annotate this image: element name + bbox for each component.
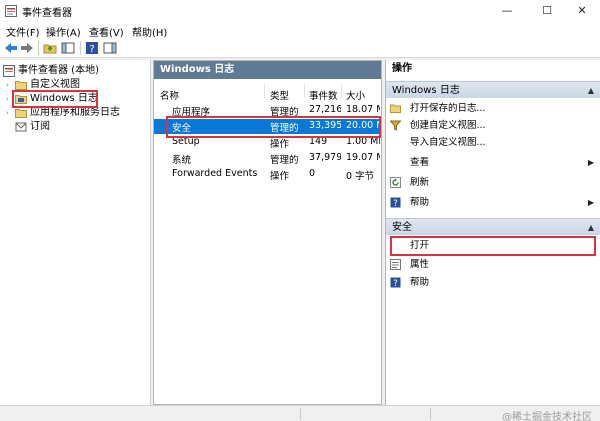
- submenu-arrow-icon: ▶: [587, 198, 594, 207]
- svg-text:?: ?: [393, 199, 398, 208]
- help-icon: ?: [390, 197, 401, 208]
- status-divider: [300, 408, 301, 420]
- column-header-name[interactable]: 名称: [160, 88, 179, 102]
- action-label: 帮助: [410, 277, 430, 288]
- minimize-button[interactable]: —: [487, 0, 527, 22]
- action-view[interactable]: 查看 ▶: [386, 154, 600, 171]
- cell-count: 27,216: [309, 104, 341, 115]
- section-header-label: Windows 日志: [392, 85, 460, 96]
- tree-root-label: 事件查看器 (本地): [18, 65, 99, 76]
- help-icon[interactable]: ?: [85, 41, 99, 55]
- show-hide-action-pane-icon[interactable]: [103, 41, 117, 55]
- action-properties[interactable]: 属性: [386, 256, 600, 273]
- section-header-label: 安全: [392, 222, 412, 233]
- tree-item-label: 订阅: [30, 121, 50, 132]
- collapse-caret-icon[interactable]: ▲: [588, 219, 594, 236]
- open-folder-icon: [390, 104, 401, 113]
- action-label: 创建自定义视图...: [410, 120, 486, 131]
- menu-view[interactable]: 查看(V): [89, 24, 124, 39]
- refresh-icon: [390, 177, 401, 188]
- event-viewer-app-icon: [5, 5, 17, 17]
- cell-size: 0 字节: [346, 171, 375, 182]
- column-divider[interactable]: [304, 84, 305, 98]
- status-divider: [430, 408, 431, 420]
- show-hide-tree-icon[interactable]: [61, 41, 75, 55]
- menu-help[interactable]: 帮助(H): [132, 24, 167, 39]
- help-icon: ?: [390, 277, 401, 288]
- actions-pane: 操作 Windows 日志 ▲ 打开保存的日志... 创建自定义视图... 导入…: [385, 60, 600, 405]
- menu-bar: 文件(F) 操作(A) 查看(V) 帮助(H): [0, 22, 600, 39]
- action-help[interactable]: ? 帮助 ▶: [386, 194, 600, 211]
- column-header-count[interactable]: 事件数: [309, 88, 338, 102]
- maximize-button[interactable]: ☐: [527, 0, 567, 22]
- column-header-type[interactable]: 类型: [270, 88, 289, 102]
- column-divider[interactable]: [264, 84, 265, 98]
- action-label: 帮助: [410, 197, 430, 208]
- cell-count: 0: [309, 168, 316, 179]
- event-viewer-icon: [3, 65, 15, 77]
- action-open-saved-log[interactable]: 打开保存的日志...: [386, 100, 600, 117]
- tree-item-label: 应用程序和服务日志: [30, 107, 120, 118]
- title-bar: 事件查看器 — ☐ ✕: [0, 0, 600, 22]
- collapse-caret-icon[interactable]: ▲: [588, 82, 594, 99]
- highlight-box: [166, 116, 381, 138]
- submenu-arrow-icon: ▶: [587, 158, 594, 167]
- table-row[interactable]: 系统 管理的 37,979 19.07 M: [154, 151, 381, 166]
- cell-type: 操作: [270, 139, 290, 150]
- toolbar-separator: [80, 41, 81, 55]
- menu-action[interactable]: 操作(A): [46, 24, 81, 39]
- window-title: 事件查看器: [22, 8, 72, 19]
- toolbar: ?: [0, 38, 600, 58]
- column-divider[interactable]: [341, 84, 342, 98]
- action-refresh[interactable]: 刷新: [386, 174, 600, 191]
- subscription-icon: [15, 122, 27, 132]
- status-bar: @稀土掘金技术社区: [0, 405, 600, 421]
- action-help[interactable]: ? 帮助: [386, 274, 600, 291]
- action-label: 刷新: [410, 177, 430, 188]
- action-label: 属性: [410, 259, 430, 270]
- back-arrow-icon[interactable]: [4, 41, 18, 55]
- svg-text:?: ?: [393, 279, 398, 288]
- close-button[interactable]: ✕: [562, 0, 600, 22]
- actions-title: 操作: [386, 60, 600, 77]
- cell-count: 37,979: [309, 152, 341, 163]
- toolbar-separator: [38, 41, 39, 55]
- panel-title: Windows 日志: [154, 61, 381, 79]
- column-header-size[interactable]: 大小: [346, 88, 365, 102]
- section-header-security[interactable]: 安全 ▲: [386, 218, 600, 235]
- cell-size: 18.07 M: [346, 104, 380, 115]
- action-label: 查看: [410, 157, 430, 168]
- navigation-tree: 事件查看器 (本地) › 自定义视图 › Windows 日志 › 应用程序和服…: [0, 60, 151, 405]
- action-label: 打开保存的日志...: [410, 103, 486, 114]
- action-create-custom-view[interactable]: 创建自定义视图...: [386, 117, 600, 134]
- highlight-box: [390, 236, 596, 256]
- properties-icon: [390, 259, 401, 270]
- log-list-panel: Windows 日志 名称 类型 事件数 大小 应用程序 管理的 27,216 …: [153, 60, 382, 405]
- forward-arrow-icon[interactable]: [20, 41, 34, 55]
- chevron-right-icon[interactable]: ›: [6, 106, 14, 120]
- filter-icon: [390, 120, 401, 131]
- action-import-custom-view[interactable]: 导入自定义视图...: [386, 134, 600, 151]
- folder-icon: [15, 109, 27, 118]
- svg-text:?: ?: [89, 44, 94, 55]
- table-row[interactable]: Forwarded Events 操作 0 0 字节: [154, 167, 381, 182]
- cell-name: 系统: [172, 155, 192, 166]
- cell-type: 管理的: [270, 155, 299, 166]
- watermark: @稀土掘金技术社区: [502, 412, 592, 421]
- cell-size: 19.07 M: [346, 152, 380, 163]
- menu-file[interactable]: 文件(F): [6, 24, 40, 39]
- action-label: 导入自定义视图...: [410, 137, 486, 148]
- folder-up-icon[interactable]: [43, 41, 57, 55]
- highlight-box: [12, 90, 98, 108]
- section-header-windows-logs[interactable]: Windows 日志 ▲: [386, 81, 600, 98]
- cell-type: 操作: [270, 171, 290, 182]
- cell-name: Forwarded Events: [172, 168, 258, 179]
